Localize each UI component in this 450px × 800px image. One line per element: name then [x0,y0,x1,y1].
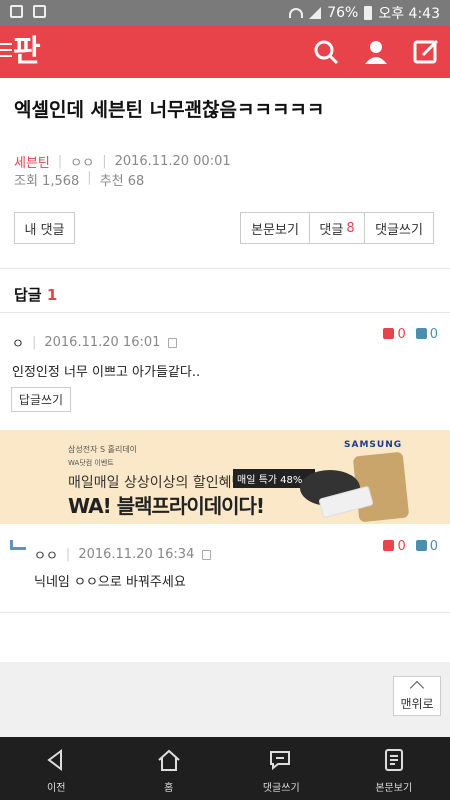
clock: 오후 4:43 [378,6,440,22]
post-views: 조회 1,568 [14,174,80,189]
post-likes: 추천 68 [99,174,145,189]
nav-write-comment[interactable]: 댓글쓰기 [225,737,338,800]
my-comments-button[interactable]: 내 댓글 [14,212,75,244]
battery-icon [364,6,373,20]
comment-date: 2016.11.20 16:01 [44,335,161,350]
replies-label: 답글 [14,286,42,304]
post-author-id: ㅇㅇ [70,156,95,171]
lock-icon [202,549,212,560]
separator: | [65,547,71,562]
comment-nick[interactable]: ㅇㅇ [34,545,58,564]
user-icon[interactable] [362,38,390,66]
thumbs-up-icon [383,328,395,339]
divider [0,612,450,613]
downvote-button[interactable]: 0 [415,539,438,554]
nav-label: 이전 [47,783,66,794]
thumbs-down-icon [415,328,427,339]
comment-votes: 0 0 [383,539,438,554]
write-icon[interactable] [412,38,440,66]
ad-small-text: 삼성전자 S 홀리데이 [68,445,138,454]
scroll-top-label: 맨위로 [400,697,434,711]
notification-icon [10,5,23,18]
footer-area [0,662,450,737]
comment-date: 2016.11.20 16:34 [78,547,195,562]
separator: | [87,170,92,185]
upvote-count: 0 [397,539,406,554]
ad-banner[interactable]: 삼성전자 S 홀리데이 WA닷컴 이벤트 매일매일 상상이상의 할인혜택 매일 … [0,430,450,524]
comment-text: 인정인정 너무 이쁘고 아가들같다.. [12,365,201,380]
document-icon [384,749,403,771]
nav-home[interactable]: 홈 [113,737,226,800]
signal-icon [309,7,322,19]
ad-line1: 매일매일 상상이상의 할인혜택 [68,475,245,491]
replies-header: 답글 1 [14,284,57,305]
comment-votes: 0 0 [383,327,438,342]
separator: | [102,154,107,169]
reply-button[interactable]: 답글쓰기 [11,387,71,412]
scroll-top-button[interactable]: 맨위로 [393,676,441,716]
comment-write-icon [270,751,291,771]
wifi-icon [289,8,304,18]
comments-button[interactable]: 댓글 8 [309,212,365,244]
notification-icon-2 [33,5,46,18]
status-bar: 76% 오후 4:43 [0,0,450,26]
app-logo[interactable]: 판 [13,34,49,70]
view-post-button[interactable]: 본문보기 [240,212,310,244]
replies-count: 1 [46,286,58,304]
thumbs-down-icon [415,540,427,551]
divider [0,312,450,313]
post-title: 엑셀인데 세븐틴 너무괜찮음ㅋㅋㅋㅋㅋ [14,99,325,121]
separator: | [57,154,63,169]
post-stats: 조회 1,568 | 추천 68 [14,170,144,189]
divider [0,268,450,269]
comments-label: 댓글 [319,222,344,238]
reply-arrow-icon [10,540,26,550]
comment-meta: ㅇㅇ | 2016.11.20 16:34 [34,545,212,564]
ad-small-text-2: WA닷컴 이벤트 [68,459,114,467]
upvote-button[interactable]: 0 [383,539,406,554]
post-date: 2016.11.20 00:01 [114,154,231,169]
post-author[interactable]: 세븐틴 [14,152,50,171]
nav-back[interactable]: 이전 [0,737,113,800]
comment-nick[interactable]: ㅇ [12,333,24,352]
comments-count: 8 [346,220,355,236]
lock-icon [168,337,178,348]
comment-text: 닉네임 ㅇㅇ으로 바꿔주세요 [34,575,186,590]
upvote-button[interactable]: 0 [383,327,406,342]
chevron-up-icon [409,680,425,696]
home-icon [158,749,180,771]
separator: | [31,335,37,350]
battery-percent: 76% [327,5,359,21]
ad-brand: SAMSUNG [344,440,403,450]
search-icon[interactable] [312,38,340,66]
nav-label: 댓글쓰기 [262,783,300,794]
nav-label: 본문보기 [375,783,413,794]
downvote-count: 0 [429,539,438,554]
app-bar: 판 [0,26,450,78]
post-meta: 세븐틴 | ㅇㅇ | 2016.11.20 00:01 [14,152,231,171]
menu-icon[interactable] [0,43,12,61]
nav-view-post[interactable]: 본문보기 [338,737,450,800]
write-comment-button[interactable]: 댓글쓰기 [364,212,434,244]
downvote-count: 0 [429,327,438,342]
comment-meta: ㅇ | 2016.11.20 16:01 [12,333,178,352]
back-icon [47,749,63,771]
ad-line2: WA! 블랙프라이데이다! [68,494,265,518]
nav-label: 홈 [164,783,174,794]
post-actions: 본문보기 댓글 8 댓글쓰기 [240,212,434,244]
bottom-nav: 이전 홈 댓글쓰기 본문보기 [0,737,450,800]
thumbs-up-icon [383,540,395,551]
downvote-button[interactable]: 0 [415,327,438,342]
upvote-count: 0 [397,327,406,342]
